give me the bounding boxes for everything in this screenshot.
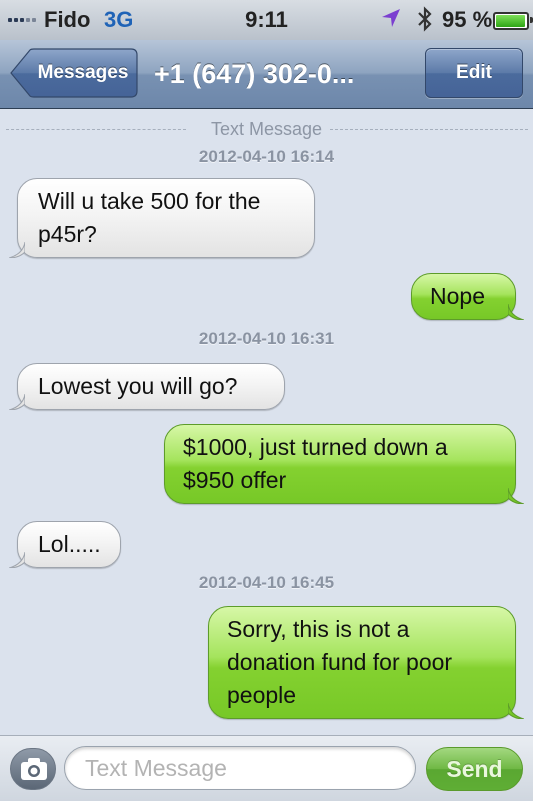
- message-line: Will u take 500 for the: [38, 188, 261, 214]
- message-line: Nope: [430, 283, 485, 309]
- navigation-bar: Messages +1 (647) 302-0... Edit: [0, 40, 533, 109]
- outgoing-message-bubble[interactable]: Sorry, this is not a donation fund for p…: [208, 606, 524, 719]
- timestamp: 2012-04-10 16:45: [198, 573, 335, 592]
- message-line: $950 offer: [183, 467, 287, 493]
- text-message-divider: Text Message: [0, 119, 533, 139]
- timestamp: 2012-04-10 16:31: [198, 329, 335, 348]
- incoming-message-bubble[interactable]: Will u take 500 for the p45r?: [9, 178, 315, 258]
- message-line: donation fund for poor: [227, 649, 453, 675]
- edit-button[interactable]: Edit: [425, 48, 523, 98]
- message-line: Lol.....: [38, 531, 101, 557]
- conversation-title: +1 (647) 302-0...: [154, 59, 355, 89]
- message-line: Sorry, this is not a: [227, 616, 410, 642]
- message-composer: Send: [0, 735, 533, 801]
- status-bar: Fido 3G 9:11 95 %: [0, 0, 533, 40]
- incoming-message-bubble[interactable]: Lowest you will go?: [9, 363, 285, 410]
- outgoing-message-bubble[interactable]: Nope: [411, 273, 524, 320]
- text-message-field[interactable]: [64, 746, 416, 790]
- message-list[interactable]: Text Message 2012-04-10 16:14 Will u tak…: [0, 109, 533, 735]
- bubble-tail-icon: [508, 488, 524, 504]
- message-line: Lowest you will go?: [38, 373, 238, 399]
- text-message-input[interactable]: [83, 747, 407, 789]
- location-arrow-icon: [380, 7, 402, 34]
- bluetooth-icon: [416, 6, 434, 37]
- message-line: p45r?: [38, 221, 97, 247]
- bubble-tail-icon: [9, 242, 25, 258]
- message-line: people: [227, 682, 297, 708]
- send-button[interactable]: Send: [426, 747, 523, 791]
- bubble-tail-icon: [508, 703, 524, 719]
- bubble-tail-icon: [9, 394, 25, 410]
- message-line: $1000, just turned down a: [183, 434, 448, 460]
- timestamp: 2012-04-10 16:14: [198, 147, 335, 166]
- back-button-label: Messages: [37, 62, 129, 83]
- bubble-tail-icon: [508, 304, 524, 320]
- bubble-tail-icon: [9, 552, 25, 568]
- outgoing-message-bubble[interactable]: $1000, just turned down a $950 offer: [164, 424, 524, 504]
- battery-icon: [493, 12, 533, 30]
- camera-icon: [21, 758, 47, 780]
- incoming-message-bubble[interactable]: Lol.....: [9, 521, 121, 568]
- battery-percent: 95 %: [442, 7, 493, 32]
- camera-button[interactable]: [10, 748, 56, 790]
- back-to-messages-button[interactable]: Messages: [10, 48, 138, 98]
